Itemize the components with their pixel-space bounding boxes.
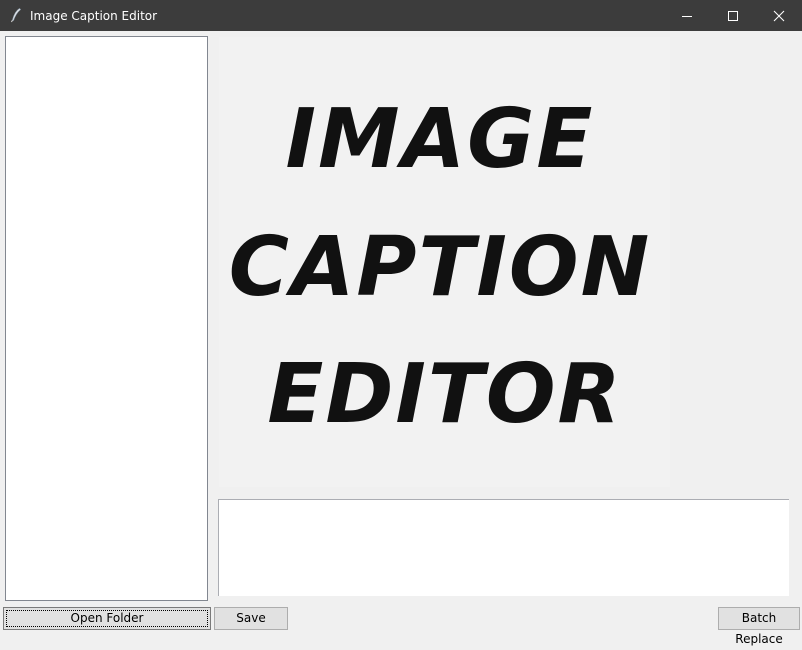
close-button[interactable] [756, 0, 802, 31]
maximize-icon [727, 10, 739, 22]
feather-icon [8, 7, 24, 23]
minimize-button[interactable] [664, 0, 710, 31]
maximize-button[interactable] [710, 0, 756, 31]
title-bar: Image Caption Editor [0, 0, 802, 31]
minimize-icon [681, 10, 693, 22]
file-list[interactable] [5, 36, 208, 601]
image-text-line-3: EDITOR [267, 347, 622, 442]
image-preview: IMAGE CAPTION EDITOR [219, 37, 670, 487]
caption-input[interactable] [218, 499, 789, 596]
close-icon [773, 10, 785, 22]
window-title: Image Caption Editor [30, 8, 157, 24]
batch-replace-button[interactable]: Batch Replace [718, 607, 800, 630]
image-text-line-1: IMAGE [286, 92, 595, 187]
open-folder-button[interactable]: Open Folder [3, 607, 211, 630]
image-text-line-2: CAPTION [229, 220, 652, 315]
save-button[interactable]: Save [214, 607, 288, 630]
